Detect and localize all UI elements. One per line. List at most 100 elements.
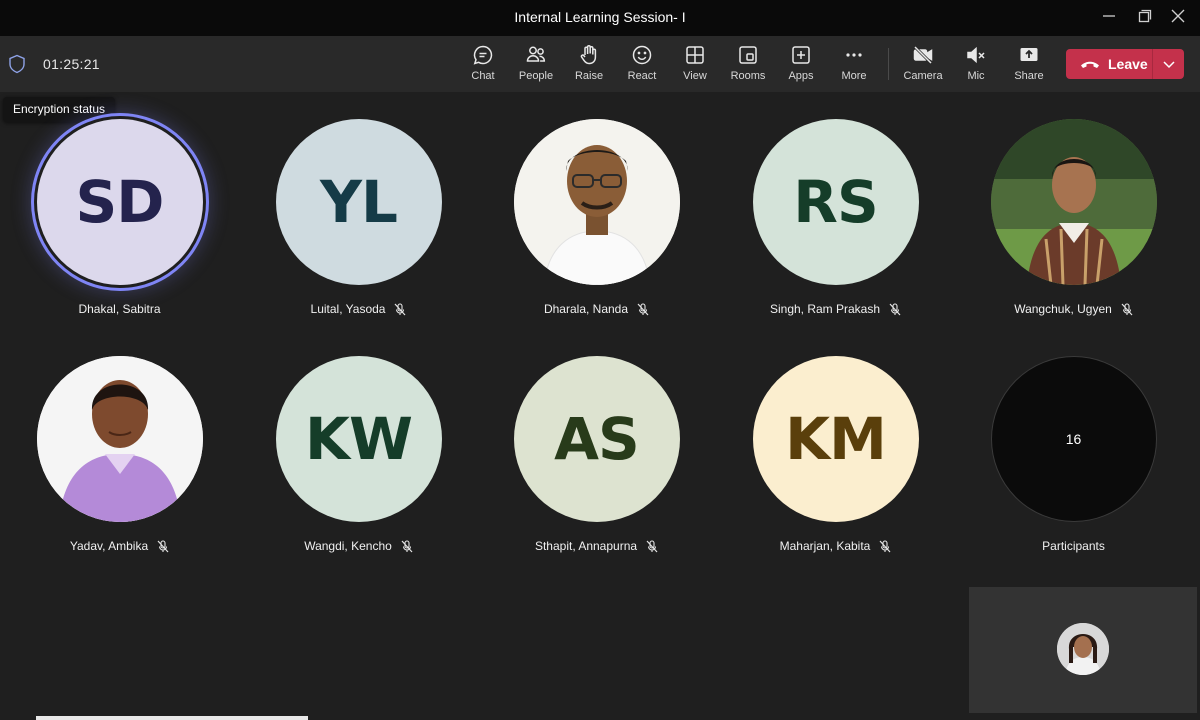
avatar: KM <box>752 356 919 522</box>
participant-tile[interactable]: YL Luital, Yasoda <box>239 119 478 316</box>
progress-strip <box>36 716 308 720</box>
avatar: YL <box>275 119 442 285</box>
mic-label: Mic <box>967 70 985 82</box>
participant-tile[interactable]: AS Sthapit, Annapurna <box>477 356 716 553</box>
avatar-initials: YL <box>320 168 398 236</box>
leave-options-button[interactable] <box>1153 49 1184 79</box>
participant-tile[interactable]: SD Dhakal, Sabitra <box>0 119 239 316</box>
title-bar: Internal Learning Session- I <box>0 0 1200 36</box>
participant-name: Wangchuk, Ugyen <box>1014 302 1112 316</box>
rooms-label: Rooms <box>730 70 766 82</box>
shield-icon[interactable] <box>8 54 26 74</box>
share-icon <box>1020 48 1038 61</box>
avatar: KW <box>275 356 442 522</box>
mic-off-icon <box>637 302 649 315</box>
participant-tile[interactable]: Dharala, Nanda <box>477 119 716 316</box>
participant-name-row: Maharjan, Kabita <box>716 539 955 553</box>
toolbar-divider <box>888 48 889 80</box>
participants-overflow-tile[interactable]: 16 Participants <box>954 356 1193 553</box>
woman-photo <box>36 356 203 522</box>
mic-button[interactable]: Mic <box>952 44 1000 88</box>
mic-off-icon <box>646 539 658 552</box>
participant-name-row: Singh, Ram Prakash <box>716 302 955 316</box>
participants-count: 16 <box>1065 431 1082 447</box>
more-label: More <box>841 70 867 82</box>
participant-name: Dharala, Nanda <box>543 302 629 316</box>
man-photo <box>513 119 680 285</box>
apps-button[interactable]: Apps <box>777 44 825 88</box>
avatar: RS <box>752 119 919 285</box>
woman-photo <box>1057 623 1109 675</box>
view-button[interactable]: View <box>671 44 719 88</box>
avatar <box>36 356 203 522</box>
participant-tile[interactable]: KM Maharjan, Kabita <box>716 356 955 553</box>
participant-name-row: Yadav, Ambika <box>0 539 239 553</box>
view-icon <box>686 46 704 64</box>
participant-tile[interactable]: RS Singh, Ram Prakash <box>716 119 955 316</box>
close-icon <box>1171 9 1185 23</box>
participant-name-row: Wangchuk, Ugyen <box>954 302 1193 316</box>
participant-name: Luital, Yasoda <box>310 302 386 316</box>
participant-name: Yadav, Ambika <box>69 539 149 553</box>
participants-label: Participants <box>1042 539 1105 553</box>
participant-name: Wangdi, Kencho <box>304 539 392 553</box>
participant-tile[interactable]: Yadav, Ambika <box>0 356 239 553</box>
avatar: AS <box>513 356 680 522</box>
avatar-initials: KM <box>785 405 887 473</box>
react-label: React <box>627 70 657 82</box>
camera-label: Camera <box>903 70 943 82</box>
window-title: Internal Learning Session- I <box>514 9 686 25</box>
participant-name-row: Participants <box>954 539 1193 553</box>
close-window-button[interactable] <box>1156 0 1200 32</box>
mic-off-icon <box>157 539 169 552</box>
chat-button[interactable]: Chat <box>459 44 507 88</box>
share-label: Share <box>1014 70 1044 82</box>
participant-tile[interactable]: Wangchuk, Ugyen <box>954 119 1193 316</box>
restore-icon <box>1138 9 1152 23</box>
avatar: SD <box>36 119 203 285</box>
apps-label: Apps <box>788 70 814 82</box>
react-icon <box>632 45 652 65</box>
raise-hand-icon <box>580 45 597 65</box>
rooms-button[interactable]: Rooms <box>724 44 772 88</box>
participant-name: Sthapit, Annapurna <box>534 539 638 553</box>
leave-label: Leave <box>1108 56 1148 72</box>
participant-tile[interactable]: KW Wangdi, Kencho <box>239 356 478 553</box>
avatar-initials: RS <box>793 168 878 236</box>
self-avatar <box>1057 623 1109 675</box>
chat-label: Chat <box>471 70 495 82</box>
share-button[interactable]: Share <box>1005 44 1053 88</box>
avatar <box>990 119 1157 285</box>
self-view[interactable] <box>969 587 1197 713</box>
avatar-initials: SD <box>75 168 165 236</box>
more-icon <box>846 53 862 57</box>
raise-hand-button[interactable]: Raise <box>565 44 613 88</box>
camera-button[interactable]: Camera <box>899 44 947 88</box>
people-button[interactable]: People <box>512 44 560 88</box>
apps-icon <box>792 46 810 64</box>
meeting-toolbar: 01:25:21 Chat People Raise React View Ro… <box>0 36 1200 92</box>
participant-name-row: Luital, Yasoda <box>239 302 478 316</box>
avatar <box>513 119 680 285</box>
leave-button[interactable]: Leave <box>1066 49 1152 79</box>
avatar-initials: KW <box>305 405 413 473</box>
avatar-initials: AS <box>554 405 640 473</box>
participant-name-row: Dhakal, Sabitra <box>0 302 239 316</box>
mic-off-icon <box>395 302 406 315</box>
participants-count-circle: 16 <box>990 356 1157 522</box>
participant-name: Maharjan, Kabita <box>779 539 871 553</box>
raise-label: Raise <box>574 70 604 82</box>
mic-off-icon <box>889 302 901 315</box>
mic-off-icon <box>1121 302 1133 315</box>
leave-button-group: Leave <box>1066 49 1184 79</box>
participant-name: Dhakal, Sabitra <box>78 302 161 316</box>
participant-name: Singh, Ram Prakash <box>769 302 881 316</box>
meeting-timer: 01:25:21 <box>43 56 100 72</box>
more-button[interactable]: More <box>830 44 878 88</box>
participant-name-row: Wangdi, Kencho <box>239 539 478 553</box>
chevron-down-icon <box>1162 61 1175 69</box>
mic-off-icon <box>401 539 413 552</box>
react-button[interactable]: React <box>618 44 666 88</box>
participant-name-row: Dharala, Nanda <box>477 302 716 316</box>
hang-up-icon <box>1081 61 1099 68</box>
